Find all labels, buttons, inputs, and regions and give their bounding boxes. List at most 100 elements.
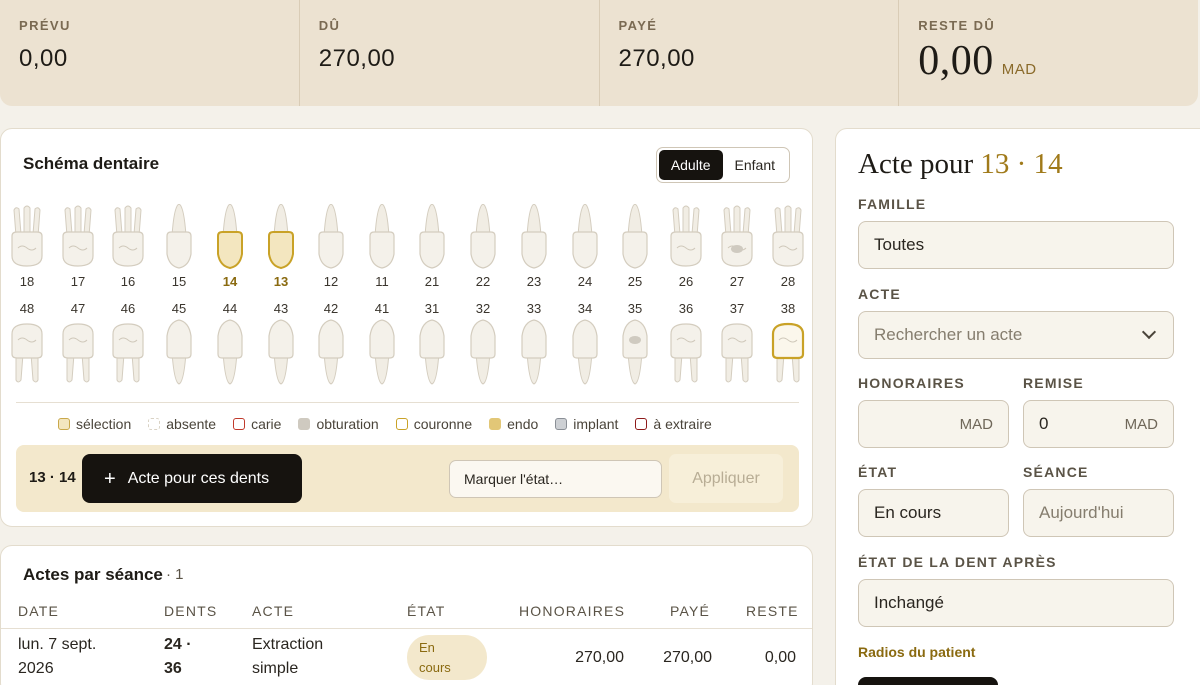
tooth-16[interactable] [110, 204, 146, 274]
tooth-45[interactable] [161, 316, 197, 386]
tooth-47[interactable] [60, 316, 96, 386]
tooth-32[interactable] [465, 316, 501, 386]
tooth-34[interactable] [567, 316, 603, 386]
honoraires-unit: MAD [959, 415, 993, 433]
selection-action-bar: 13 · 14 + Acte pour ces dents Marquer l'… [16, 445, 799, 512]
tooth-36[interactable] [668, 316, 704, 386]
famille-select[interactable]: Toutes [858, 221, 1174, 269]
legend-item: obturation [298, 416, 379, 432]
summary-value: 270,00 [318, 45, 396, 72]
legend-swatch [635, 418, 648, 430]
tooth-number: 12 [323, 274, 339, 289]
act-form-title: Acte pour 13 · 14 [858, 148, 1063, 181]
etat-dent-select[interactable]: Inchangé [858, 579, 1174, 627]
legend-swatch [555, 418, 568, 430]
tooth-21[interactable] [414, 204, 450, 274]
tooth-25[interactable] [617, 204, 653, 274]
tooth-number: 27 [729, 274, 745, 289]
patient-radios-link[interactable]: Radios du patient [858, 644, 975, 660]
col-paye[interactable]: PAYÉ [670, 603, 710, 619]
selected-teeth-label: 13 · 14 [29, 469, 76, 486]
summary-du: DÛ 270,00 [300, 0, 600, 106]
tooth-31[interactable] [414, 316, 450, 386]
honoraires-input[interactable]: MAD [858, 400, 1009, 448]
tooth-number: 46 [120, 301, 136, 316]
summary-unit: MAD [1001, 61, 1037, 78]
act-form-title-teeth: 13 · 14 [980, 148, 1063, 180]
col-etat[interactable]: ÉTAT [407, 603, 446, 619]
remise-unit: MAD [1124, 415, 1158, 433]
add-act-for-teeth-button[interactable]: + Acte pour ces dents [82, 454, 302, 503]
tooth-23[interactable] [516, 204, 552, 274]
chevron-down-icon [1141, 324, 1157, 340]
tooth-18[interactable] [9, 204, 45, 274]
tooth-26[interactable] [668, 204, 704, 274]
legend-item: implant [555, 416, 618, 432]
seances-card: Actes par séance · 1 DATE DENTS ACTE ÉTA… [0, 545, 813, 685]
tooth-number: 45 [171, 301, 187, 316]
tooth-number: 42 [323, 301, 339, 316]
tooth-number: 44 [222, 301, 238, 316]
tooth-number: 11 [375, 274, 389, 289]
tooth-37[interactable] [719, 316, 755, 386]
tooth-28[interactable] [770, 204, 806, 274]
etat-label: ÉTAT [858, 464, 898, 480]
tooth-35[interactable] [617, 316, 653, 386]
tooth-43[interactable] [263, 316, 299, 386]
tooth-number: 34 [577, 301, 593, 316]
tooth-12[interactable] [313, 204, 349, 274]
submit-act-button[interactable] [858, 677, 998, 685]
tooth-number: 15 [171, 274, 187, 289]
seance-input[interactable]: Aujourd'hui [1023, 489, 1174, 537]
act-form-panel: Acte pour 13 · 14 FAMILLE Toutes ACTE Re… [835, 128, 1200, 685]
legend-label: implant [573, 416, 619, 432]
legend-label: carie [251, 416, 282, 432]
tooth-number: 28 [780, 274, 796, 289]
toggle-adult[interactable]: Adulte [658, 150, 723, 180]
tooth-42[interactable] [313, 316, 349, 386]
apply-state-button[interactable]: Appliquer [669, 454, 783, 503]
row-dents: 24 · 36 [164, 633, 192, 681]
col-date[interactable]: DATE [18, 603, 59, 619]
row-acte: Extraction simple [252, 633, 323, 681]
tooth-33[interactable] [516, 316, 552, 386]
seances-title: Actes par séance [23, 565, 163, 584]
remise-input[interactable]: 0 MAD [1023, 400, 1174, 448]
status-badge: En cours [407, 635, 487, 680]
tooth-11[interactable] [364, 204, 400, 274]
row-reste: 0,00 [764, 649, 796, 666]
mark-state-select[interactable]: Marquer l'état… [449, 460, 662, 498]
acte-search-select[interactable]: Rechercher un acte [858, 311, 1174, 359]
tooth-14[interactable] [212, 204, 248, 274]
legend-label: couronne [413, 416, 473, 432]
tooth-number: 33 [526, 301, 542, 316]
legend-swatch [58, 418, 70, 430]
tooth-number: 17 [70, 274, 86, 289]
col-reste[interactable]: RESTE [746, 603, 799, 619]
col-dents[interactable]: DENTS [164, 603, 217, 619]
toggle-child[interactable]: Enfant [723, 150, 787, 180]
tooth-44[interactable] [212, 316, 248, 386]
col-acte[interactable]: ACTE [252, 603, 294, 619]
etat-dent-value: Inchangé [874, 593, 944, 612]
summary-label: PRÉVU [19, 18, 71, 33]
tooth-17[interactable] [60, 204, 96, 274]
tooth-38[interactable] [770, 316, 806, 386]
tooth-number: 23 [526, 274, 542, 289]
col-honoraires[interactable]: HONORAIRES [519, 603, 625, 619]
dentition-toggle: Adulte Enfant [655, 147, 790, 183]
tooth-46[interactable] [110, 316, 146, 386]
tooth-22[interactable] [465, 204, 501, 274]
tooth-27[interactable] [719, 204, 755, 274]
tooth-48[interactable] [9, 316, 45, 386]
tooth-number: 18 [19, 274, 35, 289]
honoraires-label: HONORAIRES [858, 375, 965, 391]
legend-label: endo [507, 416, 539, 432]
tooth-13[interactable] [263, 204, 299, 274]
tooth-41[interactable] [364, 316, 400, 386]
row-acte-line1: Extraction [252, 636, 324, 653]
tooth-24[interactable] [567, 204, 603, 274]
dental-chart-card: Schéma dentaire Adulte Enfant 18 17 16 15 14… [0, 128, 813, 527]
etat-select[interactable]: En cours [858, 489, 1009, 537]
tooth-15[interactable] [161, 204, 197, 274]
